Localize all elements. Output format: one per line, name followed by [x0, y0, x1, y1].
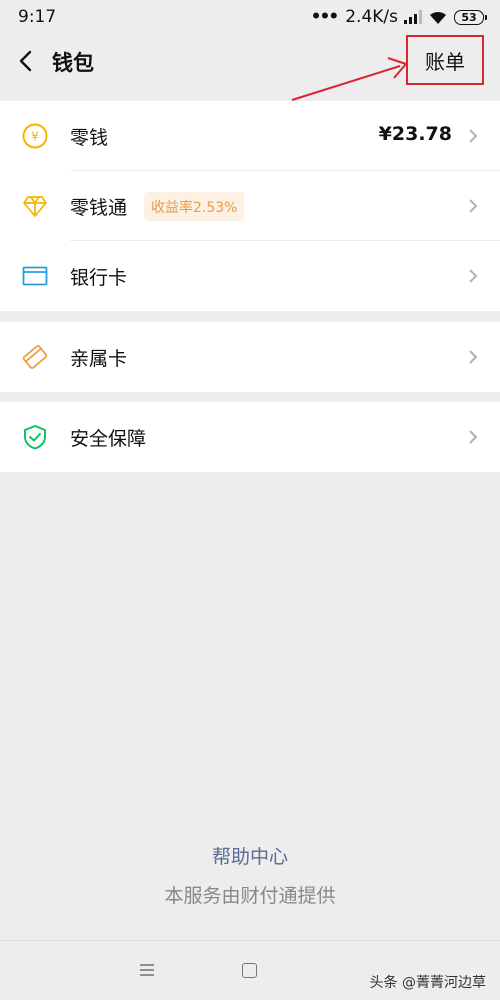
list-item-change[interactable]: ¥ 零钱 ¥23.78 [0, 101, 500, 171]
help-center-link[interactable]: 帮助中心 [0, 842, 500, 869]
watermark: 头条 @菁菁河边草 [370, 972, 486, 992]
family-card-group: 亲属卡 [0, 322, 500, 392]
menu-icon[interactable] [139, 963, 155, 977]
list-item-label: 安全保障 [70, 428, 147, 450]
back-arrow-icon[interactable] [16, 49, 36, 73]
list-item-family-card[interactable]: 亲属卡 [0, 322, 500, 392]
list-item-label: 零钱 [70, 127, 109, 149]
shield-icon [24, 425, 46, 450]
wifi-icon [430, 11, 446, 24]
net-speed: 2.4K/s [345, 7, 398, 27]
coin-icon: ¥ [22, 123, 48, 149]
bill-button[interactable]: 账单 [406, 35, 484, 85]
bill-button-label: 账单 [425, 49, 465, 74]
signal-icon [404, 10, 422, 24]
chevron-right-icon [469, 199, 478, 213]
diamond-icon [23, 196, 47, 217]
list-item-label: 银行卡 [70, 267, 128, 289]
yield-badge: 收益率2.53% [144, 192, 245, 221]
security-group: 安全保障 [0, 402, 500, 472]
list-item-bank-card[interactable]: 银行卡 [0, 241, 500, 311]
nav-bar: 钱包 账单 [0, 34, 500, 88]
page-title: 钱包 [52, 51, 94, 75]
bank-card-icon [22, 266, 48, 286]
family-card-icon [22, 345, 48, 369]
list-item-security[interactable]: 安全保障 [0, 402, 500, 472]
list-item-label: 亲属卡 [70, 348, 128, 370]
chevron-right-icon [469, 430, 478, 444]
chevron-right-icon [469, 269, 478, 283]
status-bar: 9:17 ••• 2.4K/s 53 [0, 0, 500, 34]
battery-icon: 53 [454, 9, 487, 25]
home-icon[interactable] [242, 963, 257, 978]
svg-text:¥: ¥ [31, 130, 39, 144]
status-time: 9:17 [18, 7, 57, 27]
chevron-right-icon [469, 350, 478, 364]
provider-text: 本服务由财付通提供 [164, 885, 336, 907]
more-dots-icon: ••• [310, 7, 340, 27]
list-item-label: 零钱通 [70, 197, 128, 219]
wallet-group: ¥ 零钱 ¥23.78 零钱通 收益率2.53% 银行卡 [0, 101, 500, 311]
chevron-right-icon [469, 129, 478, 143]
status-indicators: ••• 2.4K/s 53 [310, 7, 487, 27]
change-balance: ¥23.78 [378, 123, 452, 145]
list-item-change-pass[interactable]: 零钱通 收益率2.53% [0, 171, 500, 241]
watermark-text: 头条 @菁菁河边草 [369, 975, 486, 991]
